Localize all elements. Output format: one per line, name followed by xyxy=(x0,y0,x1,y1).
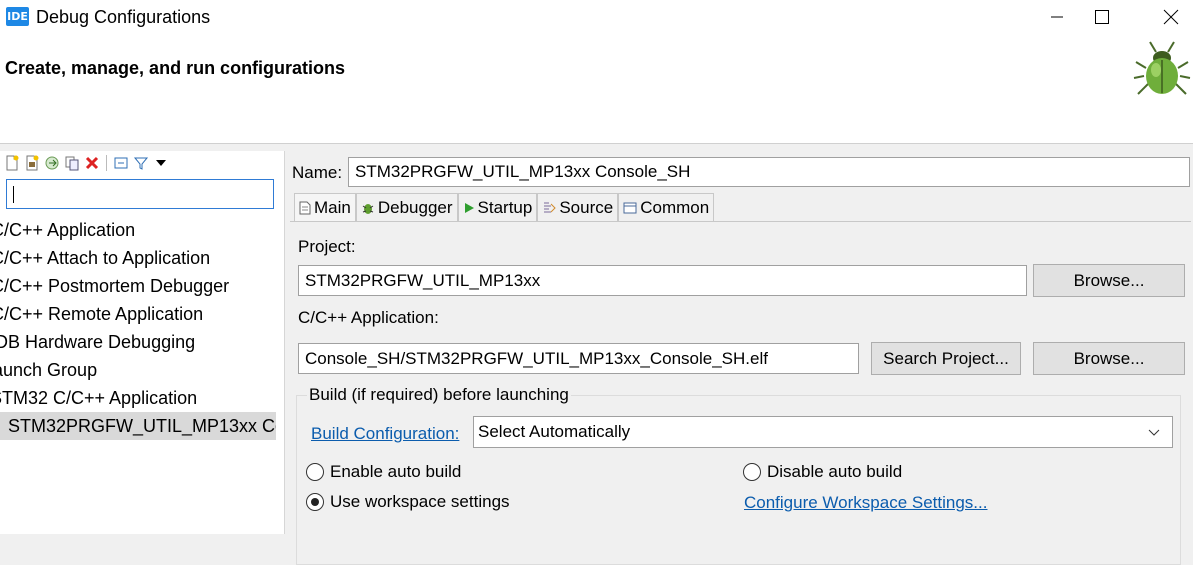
tree-item-cpp-postmortem[interactable]: C/C++ Postmortem Debugger xyxy=(0,272,284,300)
tree-item-label: STM32PRGFW_UTIL_MP13xx Console_SH xyxy=(8,416,276,436)
minimize-button[interactable] xyxy=(1034,2,1080,32)
dialog-header: Create, manage, and run configurations xyxy=(0,34,1193,144)
tree-item-label: STM32 C/C++ Application xyxy=(0,388,198,408)
source-tab-icon xyxy=(544,202,557,212)
enable-auto-build-option[interactable]: Enable auto build xyxy=(306,462,461,482)
tab-label: Startup xyxy=(477,197,533,217)
header-title: Create, manage, and run configurations xyxy=(5,58,346,78)
debugger-tab-icon xyxy=(362,203,374,214)
enable-auto-build-label: Enable auto build xyxy=(330,462,462,481)
tab-startup[interactable]: Startup xyxy=(457,193,538,221)
config-tabs: Main Debugger Startup Source Common xyxy=(294,193,715,222)
filter-input[interactable] xyxy=(6,179,274,209)
tree-item-label: C/C++ Remote Application xyxy=(0,304,204,324)
filter-icon[interactable] xyxy=(133,155,149,171)
application-browse-button[interactable]: Browse... xyxy=(1033,342,1185,375)
radio-selected-dot xyxy=(311,498,319,506)
export-icon[interactable] xyxy=(44,155,60,171)
application-label: C/C++ Application: xyxy=(298,308,439,327)
duplicate-icon[interactable] xyxy=(64,155,80,171)
use-workspace-settings-option[interactable]: Use workspace settings xyxy=(306,492,510,512)
tab-label: Main xyxy=(314,198,351,217)
startup-tab-icon xyxy=(464,202,474,213)
tree-item-label: C/C++ Postmortem Debugger xyxy=(0,276,230,296)
use-workspace-settings-label: Use workspace settings xyxy=(330,492,510,511)
project-browse-button[interactable]: Browse... xyxy=(1033,264,1185,297)
tree-item-cpp-attach[interactable]: C/C++ Attach to Application xyxy=(0,244,284,272)
use-workspace-settings-radio[interactable] xyxy=(306,493,324,511)
project-field[interactable]: STM32PRGFW_UTIL_MP13xx xyxy=(298,265,1027,296)
tree-item-gdb-hardware[interactable]: GDB Hardware Debugging xyxy=(0,328,284,356)
window-title: Debug Configurations xyxy=(36,7,211,27)
project-label: Project: xyxy=(298,237,356,256)
tab-source[interactable]: Source xyxy=(537,193,619,221)
disable-auto-build-radio[interactable] xyxy=(743,463,761,481)
tree-item-label: C/C++ Application xyxy=(0,220,136,240)
application-field[interactable]: Console_SH/STM32PRGFW_UTIL_MP13xx_Consol… xyxy=(298,343,859,374)
delete-icon[interactable] xyxy=(84,155,100,171)
tree-item-console-sh[interactable]: STM32PRGFW_UTIL_MP13xx Console_SH xyxy=(0,412,276,440)
common-tab-icon xyxy=(623,202,637,213)
tree-item-label: C/C++ Attach to Application xyxy=(0,248,211,268)
configure-workspace-settings-link[interactable]: Configure Workspace Settings... xyxy=(744,493,987,513)
build-configuration-link[interactable]: Build Configuration: xyxy=(311,424,459,444)
collapse-all-icon[interactable] xyxy=(113,155,129,171)
tree-item-launch-group[interactable]: Launch Group xyxy=(0,356,284,384)
maximize-button[interactable] xyxy=(1079,2,1125,32)
config-tree-panel: C/C++ Application C/C++ Attach to Applic… xyxy=(0,151,285,534)
tree-item-stm32-application[interactable]: STM32 C/C++ Application xyxy=(0,384,284,412)
tab-label: Debugger xyxy=(377,197,453,217)
ide-logo-icon: IDE xyxy=(6,7,29,26)
title-bar: IDE Debug Configurations xyxy=(0,0,1193,34)
search-project-button[interactable]: Search Project... xyxy=(871,342,1021,375)
tab-main[interactable]: Main xyxy=(294,193,356,222)
build-configuration-value: Select Automatically xyxy=(478,422,631,441)
tab-common[interactable]: Common xyxy=(618,193,715,221)
config-editor: Name: STM32PRGFW_UTIL_MP13xx Console_SH … xyxy=(288,151,1193,565)
tree-toolbar xyxy=(4,153,169,173)
name-label: Name: xyxy=(292,163,343,182)
new-config-icon[interactable] xyxy=(4,155,20,171)
disable-auto-build-label: Disable auto build xyxy=(767,462,903,481)
build-group-label: Build (if required) before launching xyxy=(307,385,571,405)
bug-icon xyxy=(1132,38,1192,102)
name-field[interactable]: STM32PRGFW_UTIL_MP13xx Console_SH xyxy=(348,157,1190,187)
chevron-down-icon xyxy=(1148,429,1160,436)
tab-label: Source xyxy=(559,197,614,217)
config-tree: C/C++ Application C/C++ Attach to Applic… xyxy=(0,216,284,440)
maximize-icon xyxy=(1095,10,1109,24)
enable-auto-build-radio[interactable] xyxy=(306,463,324,481)
tree-item-label: GDB Hardware Debugging xyxy=(0,332,196,352)
close-button[interactable] xyxy=(1148,2,1193,32)
tree-item-label: Launch Group xyxy=(0,360,98,380)
minimize-icon xyxy=(1051,16,1063,18)
build-configuration-select[interactable]: Select Automatically xyxy=(473,416,1173,448)
tab-label: Common xyxy=(640,197,710,217)
main-tab-icon xyxy=(299,201,311,215)
close-icon xyxy=(1163,9,1179,25)
toolbar-separator xyxy=(106,155,107,171)
disable-auto-build-option[interactable]: Disable auto build xyxy=(743,462,902,482)
tree-item-cpp-remote[interactable]: C/C++ Remote Application xyxy=(0,300,284,328)
new-prototype-icon[interactable] xyxy=(24,155,40,171)
view-menu-icon[interactable] xyxy=(153,155,169,171)
tab-debugger[interactable]: Debugger xyxy=(355,193,458,221)
tree-item-cpp-application[interactable]: C/C++ Application xyxy=(0,216,284,244)
